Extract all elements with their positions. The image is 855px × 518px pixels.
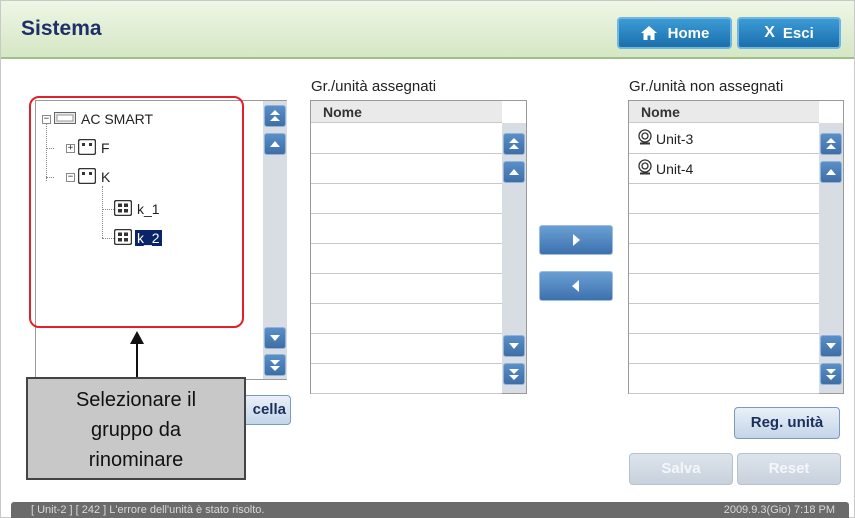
list-item[interactable] [311, 334, 502, 364]
home-icon [640, 25, 658, 41]
list-item[interactable] [629, 364, 819, 394]
scroll-down-button[interactable] [503, 335, 525, 357]
unit-label: Unit-4 [656, 160, 694, 177]
delete-button-label: cella [252, 401, 286, 418]
highlight-outline [29, 96, 244, 328]
assigned-list: Nome [310, 100, 527, 394]
list-item[interactable] [311, 154, 502, 184]
page-title: Sistema [21, 17, 102, 40]
assigned-scrollbar[interactable] [502, 123, 526, 393]
tree-scrollbar[interactable] [263, 101, 287, 379]
scroll-down-button[interactable] [820, 335, 842, 357]
exit-label: Esci [782, 24, 814, 42]
callout-arrow-head [130, 331, 144, 344]
register-unit-button[interactable]: Reg. unità [734, 407, 840, 439]
close-icon: X [764, 24, 775, 41]
system-window: Sistema Home X Esci − AC SMART + F − K k… [0, 0, 855, 518]
unassign-button[interactable] [539, 271, 613, 301]
scroll-top-button[interactable] [264, 105, 286, 127]
scroll-top-button[interactable] [503, 133, 525, 155]
list-item[interactable] [629, 274, 819, 304]
home-button[interactable]: Home [617, 17, 732, 49]
scroll-down-button[interactable] [264, 327, 286, 349]
list-item[interactable] [629, 304, 819, 334]
list-item[interactable] [311, 184, 502, 214]
list-item[interactable] [311, 274, 502, 304]
unassigned-scrollbar[interactable] [819, 123, 843, 393]
arrow-right-icon [573, 234, 580, 246]
scroll-up-button[interactable] [820, 161, 842, 183]
scroll-bottom-button[interactable] [503, 363, 525, 385]
scroll-bottom-button[interactable] [820, 363, 842, 385]
callout-box: Selezionare il gruppo da rinominare [26, 377, 246, 480]
list-item[interactable] [629, 244, 819, 274]
list-item[interactable] [311, 124, 502, 154]
unassigned-list: Nome Unit-3 Unit-4 [628, 100, 844, 394]
status-message: [ Unit-2 ] [ 242 ] L'errore dell'unità è… [31, 504, 265, 516]
list-item[interactable] [311, 244, 502, 274]
assigned-title: Gr./unità assegnati [311, 78, 437, 95]
unit-icon [637, 159, 653, 178]
list-item[interactable] [629, 334, 819, 364]
save-button[interactable]: Salva [629, 453, 733, 485]
callout-line: gruppo da [90, 419, 182, 441]
list-item[interactable] [629, 214, 819, 244]
home-label: Home [667, 24, 710, 42]
reset-button[interactable]: Reset [737, 453, 841, 485]
unit-label: Unit-3 [656, 130, 694, 147]
list-item[interactable] [629, 184, 819, 214]
list-item[interactable]: Unit-3 [629, 124, 819, 154]
list-item[interactable]: Unit-4 [629, 154, 819, 184]
scroll-top-button[interactable] [820, 133, 842, 155]
unassigned-title: Gr./unità non assegnati [629, 78, 784, 95]
list-item[interactable] [311, 364, 502, 394]
status-datetime: 2009.9.3(Gio) 7:18 PM [723, 504, 835, 516]
arrow-left-icon [572, 280, 579, 292]
status-bar: [ Unit-2 ] [ 242 ] L'errore dell'unità è… [11, 502, 849, 518]
callout-line: Selezionare il [75, 389, 197, 411]
scroll-up-button[interactable] [264, 133, 286, 155]
callout-line: rinominare [88, 449, 184, 471]
list-item[interactable] [311, 304, 502, 334]
assign-button[interactable] [539, 225, 613, 255]
scroll-up-button[interactable] [503, 161, 525, 183]
exit-button[interactable]: X Esci [737, 17, 841, 49]
unit-icon [637, 129, 653, 148]
header-bar: Sistema Home X Esci [1, 1, 854, 59]
unassigned-column-header: Nome [629, 101, 819, 123]
scroll-bottom-button[interactable] [264, 354, 286, 376]
list-item[interactable] [311, 214, 502, 244]
assigned-column-header: Nome [311, 101, 502, 123]
